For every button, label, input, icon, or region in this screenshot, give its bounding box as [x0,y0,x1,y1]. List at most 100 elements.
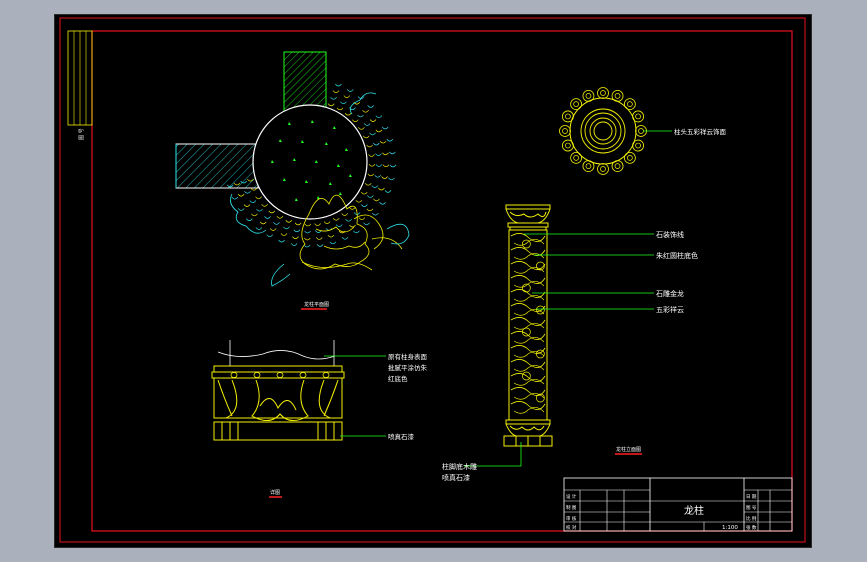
scale-mark [362,135,370,139]
scale-mark [386,138,394,142]
scale-mark [261,204,268,207]
scale-mark [280,233,288,236]
detail-base-annotation: 喷真石漆 [388,432,415,441]
bead [299,372,307,378]
scale-mark [264,216,271,219]
title-block-scale: 1:100 [722,525,738,531]
outer-frame [59,17,806,543]
cloud-curl-inner [562,128,568,134]
title-block[interactable]: 龙柱 1:100 设 计 制 图 审 核 校 对 日 期 图 号 比 例 张 数 [563,477,793,532]
scale-mark [382,164,390,167]
scale-mark [369,132,376,136]
scale-mark [327,103,335,107]
scale-mark [276,216,284,219]
cloud-curl [597,163,609,175]
coil-stroke [510,317,546,326]
scale-mark [290,243,298,246]
top-ring-center [593,121,613,141]
scale-mark [231,196,239,200]
column-base [503,419,553,447]
bead [322,372,330,378]
scale-mark [323,221,331,224]
scale-mark [349,207,356,210]
title-block-name: 龙柱 [684,504,704,517]
scale-mark [373,142,380,146]
scale-mark [379,202,386,205]
scale-mark [336,107,344,111]
scale-mark [304,230,311,234]
scale-mark [375,153,382,156]
scale-mark [244,190,251,194]
scale-mark [353,230,360,234]
scale-mark [341,213,348,216]
scale-mark [237,193,245,197]
cloud-ring [559,87,647,175]
coil-stroke [510,247,546,256]
scale-mark [367,173,375,177]
scale-mark [304,237,311,241]
detail-view: 原有柱身表面 批腻平涂仿朱 红底色 喷真石漆 详图 [211,340,428,498]
cloud-curl-inner [585,93,592,99]
cad-viewport[interactable]: 图 号 龙柱平面图 柱头五彩祥云饰面 石装饰线 朱红圆柱底色 石雕金龙 五彩祥云… [54,14,812,548]
scale-mark [369,119,377,122]
scale-mark [335,83,342,87]
scale-mark [249,200,257,203]
scale-mark [266,234,274,237]
coil-stroke [513,365,545,372]
scale-mark [344,112,352,116]
scale-mark [367,105,374,108]
coil-stroke [510,345,546,354]
scale-mark [373,198,380,202]
scale-mark [349,224,356,228]
cloud-curl-inner [600,90,606,96]
coil-ring [522,239,531,249]
scale-mark [278,239,285,243]
coil-stroke [513,309,545,316]
scale-mark [343,95,351,98]
scale-mark [341,237,349,240]
annotation-clouds: 五彩祥云 [656,305,684,314]
capital-top-view: 柱头五彩祥云饰面 [559,87,727,175]
scale-mark [294,222,302,226]
scale-mark [246,218,253,221]
scale-mark [283,226,290,230]
scale-mark [255,227,263,230]
scale-mark [362,109,369,113]
inner-frame [91,30,793,532]
cloud-curl-inner [635,142,641,149]
scale-mark [352,119,359,123]
coil-stroke [510,275,546,284]
plan-view: 龙柱平面图 [175,51,410,310]
top-ring-outer [569,97,637,165]
scale-mark [243,204,251,207]
coil-stroke [513,407,545,414]
scale-mark [329,241,337,245]
cloud-curl-inner [585,163,592,169]
scale-mark [389,164,397,168]
coil-stroke [513,239,545,246]
coil-stroke [513,295,545,302]
scale-mark [360,191,368,195]
scale-mark [251,213,258,217]
scale-mark [255,196,262,200]
scale-mark [378,187,385,191]
scale-mark [366,208,374,212]
annotation-stone-line: 石装饰线 [656,230,684,239]
coil-stroke [513,351,545,358]
elevation-label: 龙柱立面图 [616,446,641,453]
cloud-curl-inner [614,93,621,99]
tb-left-4: 校 对 [566,524,577,531]
cloud-curl [597,87,609,99]
dragon-carving [510,233,546,414]
cloud-curl-inner [565,113,571,120]
cloud-curl-inner [573,155,579,161]
coil-stroke [513,281,545,288]
annotation-golden-dragon: 石雕金龙 [656,289,684,298]
bead [230,372,238,378]
scale-mark [259,221,267,225]
side-strip: 图 号 [67,30,93,140]
cloud-curl [559,125,571,137]
scale-mark [316,244,324,247]
scale-mark [358,217,366,220]
scale-mark [250,187,258,191]
